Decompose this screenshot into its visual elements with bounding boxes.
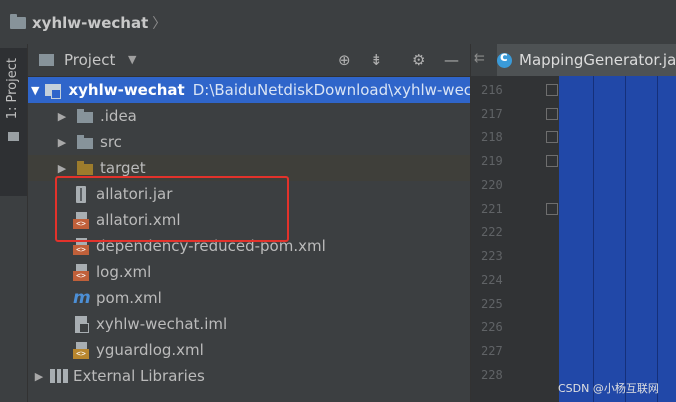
tree-item-label: src xyxy=(100,133,122,151)
tree-item-label: target xyxy=(100,159,146,177)
chevron-down-icon[interactable]: ▼ xyxy=(128,53,136,66)
breadcrumb-project[interactable]: xyhlw-wechat xyxy=(32,14,148,32)
xml-icon xyxy=(73,263,89,281)
breadcrumb[interactable]: xyhlw-wechat 〉 xyxy=(10,12,166,34)
editor-tab-filename: MappingGenerator.ja xyxy=(519,51,676,69)
tool-window-stripe: 1: Project xyxy=(0,44,28,402)
fold-marker-icon[interactable] xyxy=(546,203,558,215)
project-panel-title[interactable]: Project xyxy=(64,51,115,69)
line-number: 222 xyxy=(481,225,503,239)
editor-tab-mapping-generator[interactable]: MappingGenerator.ja xyxy=(497,44,676,76)
tree-root-xyhlw-wechat[interactable]: ▼ xyhlw-wechat D:\BaiduNetdiskDownload\x… xyxy=(28,77,470,103)
line-number: 221 xyxy=(481,202,503,216)
collapse-icon[interactable]: ⇟ xyxy=(370,51,383,69)
line-number: 227 xyxy=(481,344,503,358)
code-selection-area[interactable] xyxy=(559,76,676,402)
folder-icon xyxy=(77,135,93,149)
tree-item-label: xyhlw-wechat.iml xyxy=(96,315,228,333)
indent-guide xyxy=(657,76,658,402)
navigation-bar: xyhlw-wechat 〉 xyxy=(0,0,676,44)
root-module-path: D:\BaiduNetdiskDownload\xyhlw-wech xyxy=(192,81,470,99)
project-panel-header: Project ▼ ⊕ ⇟ ⚙ — xyxy=(28,44,470,77)
target-icon[interactable]: ⊕ xyxy=(338,51,351,69)
tree-item-external-libraries[interactable]: ▶ External Libraries xyxy=(28,363,470,389)
tree-item-idea[interactable]: ▶ .idea xyxy=(28,103,470,129)
tree-item-label: External Libraries xyxy=(73,367,205,385)
fold-marker-icon[interactable] xyxy=(546,131,558,143)
editor-gutter: 216 217 218 219 220 221 222 223 224 225 … xyxy=(471,76,559,402)
folder-icon xyxy=(77,109,93,123)
tree-item-iml[interactable]: xyhlw-wechat.iml xyxy=(28,311,470,337)
expanded-arrow-icon[interactable]: ▼ xyxy=(31,84,39,97)
module-folder-icon xyxy=(45,84,62,99)
tree-item-src[interactable]: ▶ src xyxy=(28,129,470,155)
line-number: 224 xyxy=(481,273,503,287)
collapsed-arrow-icon[interactable]: ▶ xyxy=(55,162,69,175)
line-number: 218 xyxy=(481,130,503,144)
library-icon xyxy=(50,369,69,383)
tree-item-label: yguardlog.xml xyxy=(96,341,204,359)
tree-item-log-xml[interactable]: log.xml xyxy=(28,259,470,285)
indent-guide xyxy=(593,76,594,402)
folder-icon xyxy=(10,14,26,29)
line-number: 216 xyxy=(481,83,503,97)
project-tool-tab[interactable]: 1: Project xyxy=(0,48,27,196)
line-number: 225 xyxy=(481,297,503,311)
line-number: 228 xyxy=(481,368,503,382)
iml-icon xyxy=(75,315,89,333)
tree-item-label: log.xml xyxy=(96,263,152,281)
line-number: 217 xyxy=(481,107,503,121)
tabs-overflow-icon[interactable]: ⇇ xyxy=(474,51,485,66)
project-folder-icon xyxy=(39,54,54,66)
project-tool-tab-label: 1: Project xyxy=(5,58,20,120)
folder-icon xyxy=(8,132,19,141)
breadcrumb-separator: 〉 xyxy=(152,16,167,32)
java-class-icon xyxy=(497,50,512,68)
editor-area: ⇇ MappingGenerator.ja 216 217 218 219 22… xyxy=(470,44,676,402)
line-number: 223 xyxy=(481,249,503,263)
collapsed-arrow-icon[interactable]: ▶ xyxy=(32,370,46,383)
minimize-icon[interactable]: — xyxy=(444,51,459,69)
fold-marker-icon[interactable] xyxy=(546,155,558,167)
tree-item-pom-xml[interactable]: m pom.xml xyxy=(28,285,470,311)
tree-item-label: .idea xyxy=(100,107,137,125)
line-number: 226 xyxy=(481,320,503,334)
line-number: 219 xyxy=(481,154,503,168)
collapsed-arrow-icon[interactable]: ▶ xyxy=(55,136,69,149)
collapsed-arrow-icon[interactable]: ▶ xyxy=(55,110,69,123)
root-module-name: xyhlw-wechat xyxy=(68,81,185,99)
fold-marker-icon[interactable] xyxy=(546,84,558,96)
tree-item-label: pom.xml xyxy=(96,289,162,307)
watermark: CSDN @小杨互联网 xyxy=(558,382,659,395)
editor-tab-bar: ⇇ MappingGenerator.ja xyxy=(471,44,676,77)
maven-icon: m xyxy=(73,288,91,308)
gear-icon[interactable]: ⚙ xyxy=(412,51,425,69)
highlight-box xyxy=(55,176,289,242)
xml-icon xyxy=(73,341,89,359)
fold-marker-icon[interactable] xyxy=(546,108,558,120)
tree-item-yguardlog[interactable]: yguardlog.xml xyxy=(28,337,470,363)
target-folder-icon xyxy=(77,161,93,175)
indent-guide xyxy=(625,76,626,402)
line-number: 220 xyxy=(481,178,503,192)
